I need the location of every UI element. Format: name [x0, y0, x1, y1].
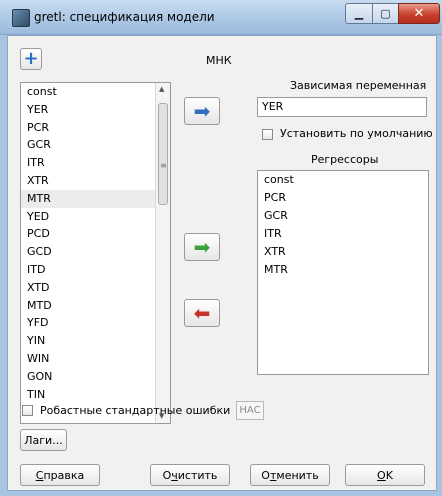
list-item[interactable]: ITD: [21, 261, 170, 279]
window-title: gretl: спецификация модели: [34, 10, 215, 24]
regressors-label: Регрессоры: [311, 153, 379, 166]
help-mnemonic: С: [35, 468, 44, 482]
regressors-list[interactable]: const PCR GCR ITR XTR MTR: [257, 170, 429, 375]
clear-label-start: О: [162, 468, 172, 482]
list-item[interactable]: XTR: [21, 172, 170, 190]
list-item[interactable]: XTR: [258, 243, 428, 261]
lags-label: Лаги: [24, 433, 53, 447]
list-item[interactable]: MTR: [258, 261, 428, 279]
list-item[interactable]: ITR: [258, 225, 428, 243]
maximize-icon: ▢: [380, 7, 391, 20]
scrollbar-thumb[interactable]: ≡: [158, 103, 168, 205]
list-item[interactable]: PCD: [21, 225, 170, 243]
list-item[interactable]: ITR: [21, 154, 170, 172]
list-item[interactable]: const: [21, 83, 170, 101]
robust-errors-checkbox[interactable]: [22, 405, 33, 416]
maximize-button[interactable]: ▢: [372, 3, 399, 24]
set-default-label: Установить по умолчанию: [280, 127, 433, 140]
list-item[interactable]: WIN: [21, 350, 170, 368]
list-item[interactable]: MTD: [21, 297, 170, 315]
ok-label: K: [385, 468, 393, 482]
gretl-app-icon: [12, 9, 30, 27]
robust-errors-label: Робастные стандартные ошибки: [40, 404, 231, 417]
plus-icon: +: [23, 48, 39, 69]
cancel-label-end: менить: [276, 468, 319, 482]
arrow-right-icon: ➡: [193, 99, 211, 123]
add-regressor-button[interactable]: ➡: [184, 233, 220, 261]
minimize-icon: ▁: [354, 7, 364, 20]
add-variable-button[interactable]: +: [20, 48, 42, 70]
list-item[interactable]: YER: [21, 101, 170, 119]
list-item[interactable]: TIN: [21, 386, 170, 404]
close-icon: ✕: [413, 6, 425, 21]
cancel-button[interactable]: От менить: [250, 464, 330, 486]
list-item[interactable]: YIN: [21, 332, 170, 350]
model-spec-dialog: + МНК const YER PCR GCR ITR XTR MTR YED …: [7, 35, 437, 491]
list-item-selected[interactable]: MTR: [21, 189, 170, 208]
list-item[interactable]: GCR: [258, 207, 428, 225]
variables-scrollbar[interactable]: ▲ ≡ ▼: [155, 83, 170, 423]
hac-button[interactable]: HAC: [236, 401, 264, 420]
remove-regressor-button[interactable]: ⬅: [184, 299, 220, 327]
list-item[interactable]: YED: [21, 208, 170, 226]
minimize-button[interactable]: ▁: [345, 3, 373, 24]
dependent-variable-label: Зависимая переменная: [290, 79, 427, 92]
lags-ellipsis: ...: [52, 433, 63, 447]
dependent-variable-field[interactable]: YER: [257, 97, 427, 117]
list-item[interactable]: const: [258, 171, 428, 189]
list-item[interactable]: YFD: [21, 314, 170, 332]
list-item[interactable]: PCR: [21, 119, 170, 137]
clear-button[interactable]: Оч истить: [150, 464, 230, 486]
list-item[interactable]: PCR: [258, 189, 428, 207]
help-label: правка: [43, 468, 85, 482]
clear-label-end: истить: [177, 468, 218, 482]
variables-list-items: const YER PCR GCR ITR XTR MTR YED PCD GC…: [21, 83, 170, 403]
ok-button[interactable]: OK: [345, 464, 425, 486]
variables-list[interactable]: const YER PCR GCR ITR XTR MTR YED PCD GC…: [20, 82, 171, 424]
title-bar: gretl: спецификация модели ▁ ▢ ✕: [0, 0, 442, 35]
grip-icon: ≡: [160, 161, 167, 170]
list-item[interactable]: XTD: [21, 279, 170, 297]
arrow-right-icon: ➡: [193, 235, 211, 259]
help-button[interactable]: Справка: [20, 464, 100, 486]
ok-mnemonic: O: [377, 468, 386, 482]
method-label: МНК: [206, 54, 232, 67]
set-default-checkbox[interactable]: [262, 129, 273, 140]
close-button[interactable]: ✕: [398, 3, 440, 24]
lags-button[interactable]: Лаги...: [20, 429, 67, 451]
scroll-up-icon[interactable]: ▲: [159, 85, 164, 93]
list-item[interactable]: GCR: [21, 136, 170, 154]
set-dependent-button[interactable]: ➡: [184, 97, 220, 125]
cancel-label-start: О: [261, 468, 270, 482]
arrow-left-icon: ⬅: [193, 301, 211, 325]
list-item[interactable]: GCD: [21, 243, 170, 261]
list-item[interactable]: GON: [21, 368, 170, 386]
